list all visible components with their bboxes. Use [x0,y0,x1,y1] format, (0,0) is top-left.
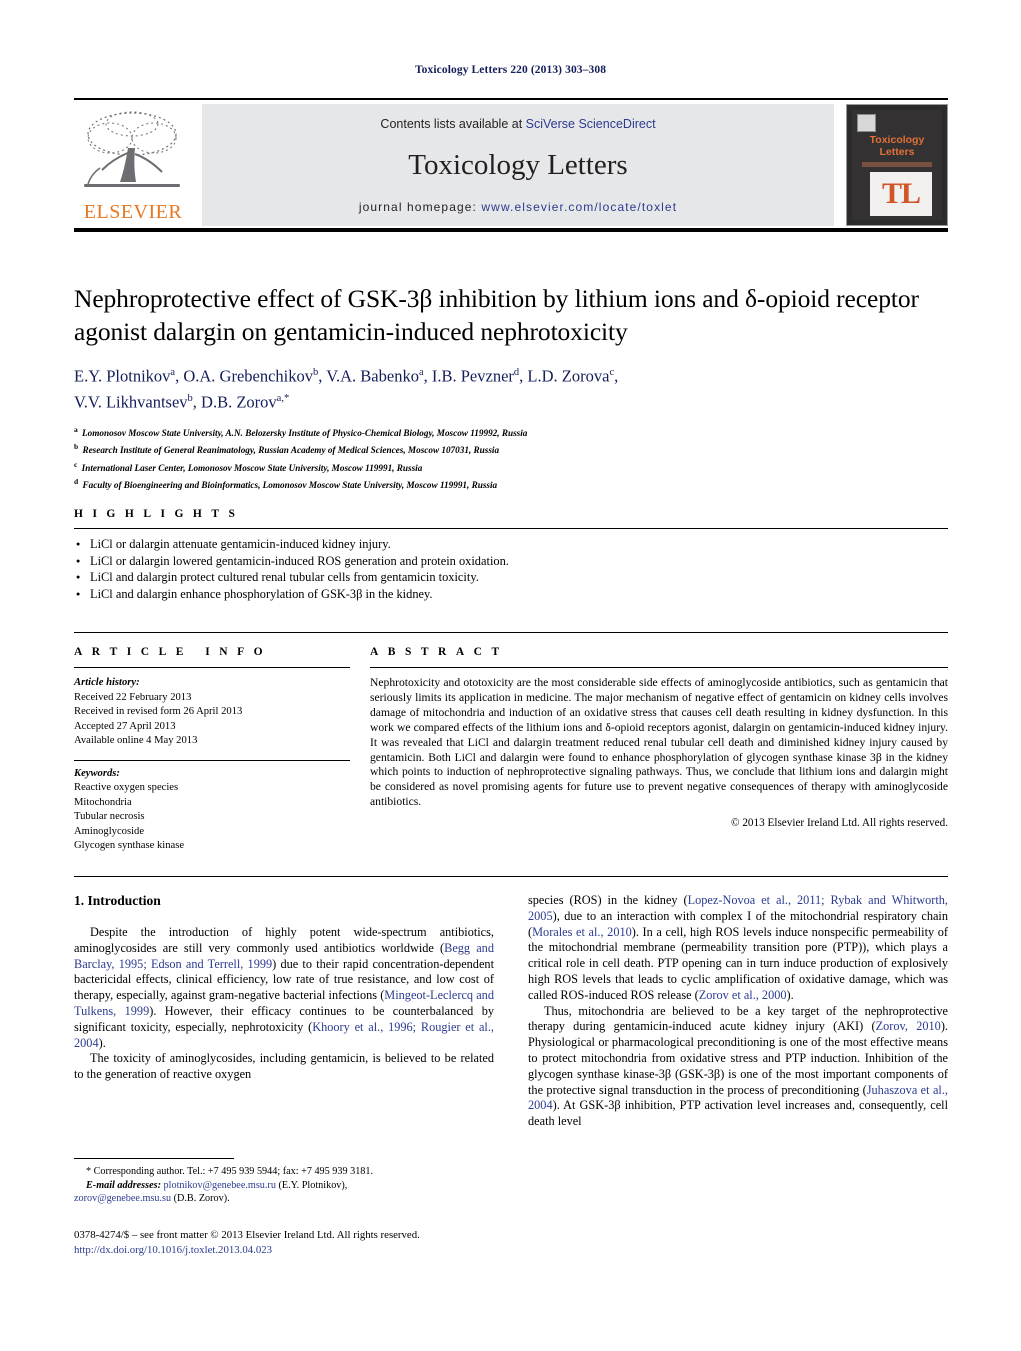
title-block: Nephroprotective effect of GSK-3β inhibi… [74,282,948,493]
article-info-column: Article history: Received 22 February 20… [74,676,350,854]
info-abstract-section: A R T I C L E I N F O A B S T R A C T Ar… [74,646,948,854]
article-info-rule [74,667,350,668]
journal-info-panel: Contents lists available at SciVerse Sci… [202,104,834,226]
abstract-label: A B S T R A C T [370,646,503,658]
email-line-1: E-mail addresses: plotnikov@genebee.msu.… [74,1179,494,1193]
email-owner-1: (E.Y. Plotnikov), [278,1179,348,1191]
highlight-item: LiCl or dalargin attenuate gentamicin-in… [74,536,948,553]
affiliation-a: a Lomonosov Moscow State University, A.N… [74,425,528,439]
author-line-2: V.V. Likhvantsevb, D.B. Zorova,* [74,392,290,411]
page-title: Nephroprotective effect of GSK-3β inhibi… [74,284,919,346]
masthead-top-rule [74,98,948,100]
intro-paragraph: Thus, mitochondria are believed to be a … [528,1003,948,1129]
affiliation-d: d Faculty of Bioengineering and Bioinfor… [74,477,498,491]
cover-subtitle-bar [862,162,932,167]
keyword-item: Mitochondria [74,796,132,808]
author-list: E.Y. Plotnikova, O.A. Grebenchikovb, V.A… [74,362,948,413]
highlights-rule [74,528,948,529]
keywords-rule [74,759,350,761]
doi-link[interactable]: http://dx.doi.org/10.1016/j.toxlet.2013.… [74,1243,544,1258]
email-link-zorov[interactable]: zorov@genebee.msu.su [74,1193,171,1204]
email-owner-2: (D.B. Zorov). [173,1193,230,1205]
keywords-label: Keywords: [74,767,120,779]
highlights-list: LiCl or dalargin attenuate gentamicin-in… [74,536,948,602]
history-online: Available online 4 May 2013 [74,735,198,746]
highlight-item: LiCl and dalargin enhance phosphorylatio… [74,586,948,603]
elsevier-tree-icon [80,108,184,196]
email-addresses-label: E-mail addresses: [86,1179,161,1191]
email-line-2: zorov@genebee.msu.su (D.B. Zorov). [74,1192,494,1206]
homepage-url-link[interactable]: www.elsevier.com/locate/toxlet [481,200,677,214]
introduction-heading: 1. Introduction [74,893,161,908]
keyword-item: Aminoglycoside [74,825,145,837]
imprint-block: 0378-4274/$ – see front matter © 2013 El… [74,1228,544,1257]
keyword-item: Reactive oxygen species [74,782,179,793]
body-columns: 1. Introduction Despite the introduction… [74,893,948,1130]
sciencedirect-link[interactable]: SciVerse ScienceDirect [526,117,656,131]
article-first-page: Toxicology Letters 220 (2013) 303–308 EL… [0,0,1021,1351]
intro-paragraph: Despite the introduction of highly poten… [74,925,494,1050]
highlights-label: H I G H L I G H T S [74,508,239,520]
affiliation-c: c International Laser Center, Lomonosov … [74,459,423,473]
intro-paragraph: The toxicity of aminoglycosides, includi… [74,1051,494,1082]
front-matter-line: 0378-4274/$ – see front matter © 2013 El… [74,1229,420,1241]
masthead-bottom-rule [74,228,948,232]
highlights-section: H I G H L I G H T S LiCl or dalargin att… [74,508,948,602]
right-column: species (ROS) in the kidney (Lopez-Novoa… [528,893,948,1130]
intro-paragraph: species (ROS) in the kidney (Lopez-Novoa… [528,893,948,1002]
highlight-item: LiCl or dalargin lowered gentamicin-indu… [74,553,948,570]
cover-monogram: TL [870,172,932,216]
journal-cover-thumbnail: Toxicology Letters TL [846,104,948,226]
journal-homepage-line: journal homepage: www.elsevier.com/locat… [202,200,834,214]
abstract-column: Nephrotoxicity and ototoxicity are the m… [350,676,948,854]
keyword-item: Glycogen synthase kinase [74,840,185,851]
history-accepted: Accepted 27 April 2013 [74,720,176,732]
email-link-plotnikov[interactable]: plotnikov@genebee.msu.ru [164,1180,276,1191]
affiliation-list: a Lomonosov Moscow State University, A.N… [74,423,948,493]
elsevier-logo: ELSEVIER [74,104,192,226]
corresponding-author-footnote: * Corresponding author. Tel.: +7 495 939… [74,1158,494,1206]
author-line-1: E.Y. Plotnikova, O.A. Grebenchikovb, V.A… [74,366,619,386]
elsevier-wordmark: ELSEVIER [83,201,183,223]
cover-journal-title: Toxicology Letters [869,134,925,158]
abstract-text: Nephrotoxicity and ototoxicity are the m… [370,676,948,809]
running-head: Toxicology Letters 220 (2013) 303–308 [414,64,607,76]
history-revised: Received in revised form 26 April 2013 [74,706,243,717]
highlight-item: LiCl and dalargin protect cultured renal… [74,569,948,586]
history-received: Received 22 February 2013 [74,691,192,703]
contents-prefix: Contents lists available at [380,117,526,131]
footnote-rule [74,1158,234,1159]
cover-corner-icon [857,114,876,132]
abstract-rule [370,667,948,668]
keyword-item: Tubular necrosis [74,811,145,822]
journal-masthead: ELSEVIER Contents lists available at Sci… [74,98,948,232]
left-column: 1. Introduction Despite the introduction… [74,893,494,1130]
corresponding-author-line: * Corresponding author. Tel.: +7 495 939… [86,1166,374,1177]
journal-title: Toxicology Letters [408,149,628,181]
section-divider-bottom [74,876,948,877]
affiliation-b: b Research Institute of General Reanimat… [74,442,500,456]
article-history-label: Article history: [74,677,140,688]
contents-available-line: Contents lists available at SciVerse Sci… [202,117,834,131]
homepage-prefix: journal homepage: [358,200,482,214]
section-divider-top [74,632,948,633]
article-info-label: A R T I C L E I N F O [74,646,267,658]
copyright-line: © 2013 Elsevier Ireland Ltd. All rights … [731,817,948,830]
